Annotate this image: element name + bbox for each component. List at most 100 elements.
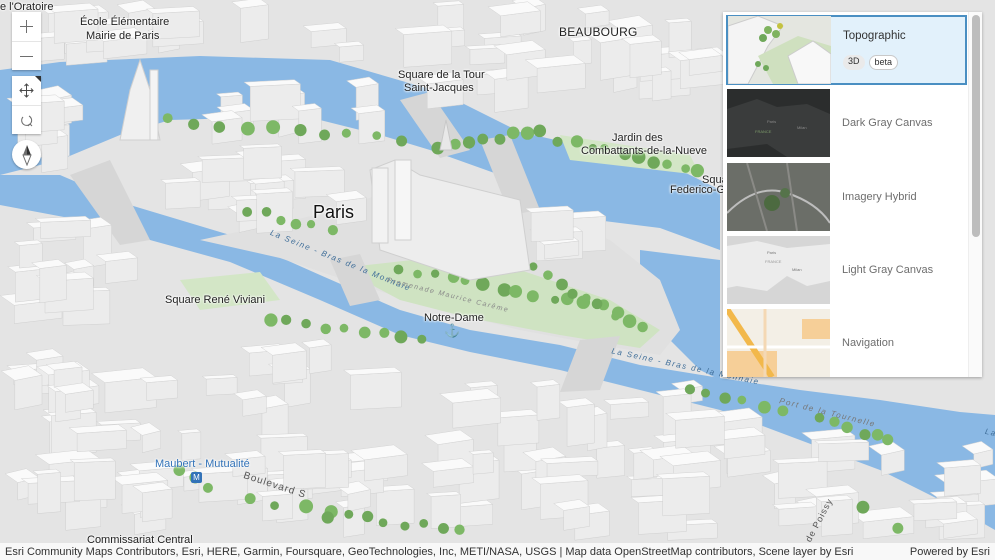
tree	[859, 429, 871, 441]
svg-text:Paris: Paris	[767, 250, 776, 255]
tree	[321, 511, 334, 524]
map-label-rene-viviani: Square René Viviani	[165, 294, 266, 306]
building-wall	[37, 472, 61, 514]
tree	[358, 326, 371, 339]
building-wall	[536, 384, 561, 421]
tree	[475, 277, 490, 291]
tree	[281, 314, 292, 325]
tree	[622, 314, 637, 329]
building-wall	[201, 157, 251, 183]
tree	[520, 126, 535, 140]
tree	[294, 123, 307, 137]
tree	[611, 312, 620, 321]
building-wall	[105, 257, 138, 284]
tree	[394, 330, 408, 344]
powered-by-esri-link[interactable]: Powered by Esri	[910, 546, 990, 558]
tree	[543, 270, 553, 280]
map-label-tour-saint-jacques-2: Saint-Jacques	[404, 82, 474, 94]
tree	[413, 269, 422, 279]
tree	[319, 129, 330, 141]
tree	[400, 521, 410, 531]
building-wall	[165, 180, 201, 210]
building-wall	[430, 494, 461, 529]
building-wall	[73, 460, 116, 502]
attribution-text[interactable]: Esri Community Maps Contributors, Esri, …	[5, 546, 853, 558]
basemap-item-light-gray-canvas[interactable]: Paris FRANCE Milan Light Gray Canvas	[726, 235, 967, 305]
tree	[339, 323, 349, 333]
tree	[737, 395, 747, 405]
basemap-title-imagery: Imagery Hybrid	[842, 190, 917, 203]
gallery-scrollbar-thumb[interactable]	[972, 15, 980, 237]
tree	[264, 313, 278, 327]
basemap-item-dark-gray-canvas[interactable]: Paris FRANCE Milan Dark Gray Canvas	[726, 88, 967, 158]
tree	[202, 482, 213, 493]
basemap-item-navigation[interactable]: Navigation	[726, 308, 967, 377]
tree	[871, 429, 884, 441]
tree	[270, 501, 279, 510]
building-wall	[240, 4, 269, 43]
building-wall	[243, 146, 282, 180]
basemap-item-topographic[interactable]: Topographic 3D beta	[726, 15, 967, 85]
plus-icon	[20, 20, 33, 33]
tree	[509, 284, 523, 298]
building-wall	[350, 371, 402, 411]
building-wall	[76, 429, 127, 453]
pan-button[interactable]	[12, 76, 41, 105]
tree	[162, 113, 173, 124]
building-wall	[456, 504, 494, 527]
tree	[892, 522, 904, 534]
attribution-bar: Esri Community Maps Contributors, Esri, …	[0, 543, 995, 560]
tree	[506, 126, 520, 140]
expand-indicator	[35, 76, 41, 82]
svg-text:FRANCE: FRANCE	[765, 259, 782, 264]
navigation-mode-controls	[12, 76, 41, 134]
building-wall	[472, 452, 494, 475]
basemap-title-navigation: Navigation	[842, 337, 894, 350]
tree	[856, 500, 870, 514]
building-wall	[39, 264, 67, 304]
zoom-out-button[interactable]	[12, 41, 41, 70]
svg-text:Paris: Paris	[767, 119, 776, 124]
building-wall	[530, 209, 574, 243]
tree	[417, 334, 427, 344]
metro-station-icon[interactable]: M	[191, 472, 202, 483]
gallery-scrollbar[interactable]	[968, 12, 982, 377]
basemap-thumb-imagery	[727, 162, 830, 231]
tree	[719, 392, 731, 404]
tree	[454, 524, 465, 535]
map-label-beaubourg: BEAUBOURG	[559, 25, 638, 39]
basemap-title-dark-gray: Dark Gray Canvas	[842, 117, 933, 130]
tree	[372, 131, 382, 140]
basemap-thumb-topographic	[728, 16, 831, 84]
map-label-mairie: Mairie de Paris	[86, 30, 160, 42]
building-wall	[403, 30, 453, 68]
building-wall	[913, 501, 958, 522]
zoom-in-button[interactable]	[12, 12, 41, 41]
tree	[684, 384, 696, 395]
building-wall	[469, 47, 506, 66]
compass-button[interactable]	[12, 140, 41, 169]
building-wall	[14, 374, 43, 411]
tree	[462, 136, 476, 149]
tree	[882, 434, 894, 446]
tree	[494, 133, 506, 145]
tree	[320, 323, 331, 335]
building-wall	[566, 403, 595, 447]
building-wall	[15, 268, 45, 303]
basemap-thumb-light-gray: Paris FRANCE Milan	[727, 235, 830, 304]
rotate-button[interactable]	[12, 105, 41, 134]
tree	[341, 128, 351, 138]
tree	[419, 518, 429, 528]
building-wall	[818, 441, 869, 463]
building-wall	[629, 40, 662, 79]
tree	[188, 118, 200, 130]
tree	[841, 421, 853, 434]
basemap-item-imagery-hybrid[interactable]: Imagery Hybrid	[726, 162, 967, 232]
tree	[430, 269, 440, 278]
zoom-controls	[12, 12, 41, 70]
building-wall	[662, 475, 710, 517]
building-wall	[339, 44, 364, 63]
tree	[637, 321, 648, 333]
tree	[758, 400, 771, 414]
tree	[261, 207, 272, 217]
